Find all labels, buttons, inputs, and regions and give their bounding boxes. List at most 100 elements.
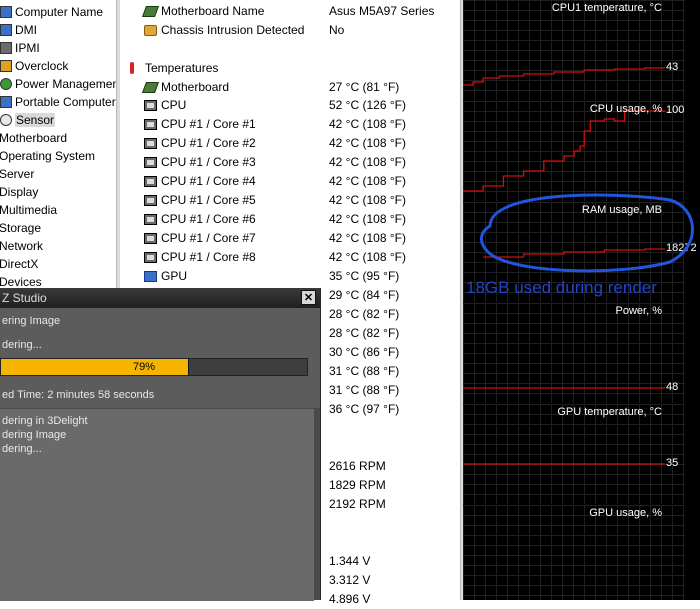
list-row-value: 3.312 V — [329, 573, 371, 587]
tree-item-label: Computer Name — [15, 5, 104, 19]
list-row-name: CPU #1 / Core #2 — [161, 136, 256, 150]
list-row-value: 30 °C (86 °F) — [329, 345, 400, 359]
dialog-substatus-line: dering... — [2, 339, 42, 351]
list-row[interactable]: CPU #1 / Core #6 42 °C (108 °F) — [120, 210, 460, 229]
list-row-name: Motherboard — [161, 80, 230, 94]
graph-current-value: 43 — [666, 61, 679, 73]
list-row[interactable]: GPU 35 °C (95 °F) — [120, 267, 460, 286]
tree-item[interactable]: DirectX — [0, 255, 115, 273]
computer-icon — [0, 6, 12, 18]
cpu-icon — [144, 138, 157, 149]
graph-label: CPU1 temperature, °C — [551, 2, 662, 14]
graph-current-value: 48 — [666, 381, 679, 393]
list-row[interactable]: CPU #1 / Core #7 42 °C (108 °F) — [120, 229, 460, 248]
graph-panel: GPU temperature, °C 35 — [463, 404, 700, 504]
list-row[interactable]: CPU #1 / Core #5 42 °C (108 °F) — [120, 191, 460, 210]
tree-item-label: IPMI — [15, 41, 40, 55]
list-row-value: 28 °C (82 °F) — [329, 307, 400, 321]
list-row[interactable]: CPU #1 / Core #1 42 °C (108 °F) — [120, 115, 460, 134]
list-row-name: CPU #1 / Core #6 — [161, 212, 256, 226]
list-row-value: 31 °C (88 °F) — [329, 383, 400, 397]
tree-item-label: DirectX — [0, 257, 39, 271]
list-row-value: 1.344 V — [329, 554, 371, 568]
log-line: dering... — [2, 443, 42, 455]
list-row-value: 35 °C (95 °F) — [329, 269, 400, 283]
sensor-graphs: CPU1 temperature, °C 43 CPU usage, % 100 RAM… — [463, 0, 700, 600]
thermometer-icon — [130, 62, 134, 74]
tree-item-label: Display — [0, 185, 39, 199]
list-row-value: 36 °C (97 °F) — [329, 402, 400, 416]
tree-item-label: Operating System — [0, 149, 96, 163]
tree-item[interactable]: Sensor — [0, 111, 116, 129]
list-row-name: CPU #1 / Core #4 — [161, 174, 256, 188]
cpu-icon — [144, 195, 157, 206]
dialog-status-line: ering Image — [2, 315, 61, 327]
cpu-icon — [144, 252, 157, 263]
tree-item[interactable]: Portable Computers — [0, 93, 116, 111]
ipmi-icon — [0, 42, 12, 54]
cpu-icon — [144, 100, 157, 111]
log-line: dering Image — [2, 429, 67, 441]
list-row-value: 31 °C (88 °F) — [329, 364, 400, 378]
list-row[interactable]: Motherboard 27 °C (81 °F) — [120, 78, 460, 97]
list-row[interactable]: CPU 52 °C (126 °F) — [120, 96, 460, 115]
graph-current-value: 100 — [666, 104, 685, 116]
tree-item-label: Storage — [0, 221, 42, 235]
tree-item[interactable]: Network — [0, 237, 115, 255]
tree-item[interactable]: DMI — [0, 21, 116, 39]
list-row-value: 2192 RPM — [329, 497, 386, 511]
tree-item[interactable]: Multimedia — [0, 201, 115, 219]
list-row-name: CPU #1 / Core #3 — [161, 155, 256, 169]
tree-item-label: Motherboard — [0, 131, 68, 145]
list-row-value: 42 °C (108 °F) — [329, 193, 406, 207]
tree-item[interactable]: Operating System — [0, 147, 115, 165]
dialog-titlebar[interactable]: Z Studio ✕ — [0, 288, 320, 308]
list-row[interactable]: Chassis Intrusion Detected No — [120, 21, 460, 40]
list-row-name: CPU #1 / Core #1 — [161, 117, 256, 131]
list-row-value: 29 °C (84 °F) — [329, 288, 400, 302]
tree-item[interactable]: Power Management — [0, 75, 116, 93]
cpu-icon — [144, 119, 157, 130]
power-icon — [0, 78, 12, 90]
graph-label: Power, % — [615, 305, 662, 317]
list-row-value: 28 °C (82 °F) — [329, 326, 400, 340]
list-row-value: 2616 RPM — [329, 459, 386, 473]
list-row-name: CPU #1 / Core #5 — [161, 193, 256, 207]
graph-canvas — [463, 404, 685, 504]
tree-item[interactable]: IPMI — [0, 39, 116, 57]
cpu-icon — [144, 157, 157, 168]
tree-item-label: DMI — [15, 23, 37, 37]
laptop-icon — [0, 96, 12, 108]
tree-item-label: Network — [0, 239, 44, 253]
tree-item[interactable]: Storage — [0, 219, 115, 237]
tree-item[interactable]: Display — [0, 183, 115, 201]
tree-item[interactable]: Overclock — [0, 57, 116, 75]
tree-item[interactable]: Server — [0, 165, 115, 183]
list-row-value: 42 °C (108 °F) — [329, 174, 406, 188]
list-row-value: 52 °C (126 °F) — [329, 98, 406, 112]
list-row[interactable]: CPU #1 / Core #2 42 °C (108 °F) — [120, 134, 460, 153]
log-scrollbar[interactable] — [314, 408, 320, 600]
gpu-icon — [144, 271, 157, 282]
list-row-name: Chassis Intrusion Detected — [161, 23, 305, 37]
list-row-name: Motherboard Name — [161, 4, 265, 18]
list-row-value: Asus M5A97 Series — [329, 4, 435, 18]
list-row[interactable]: CPU #1 / Core #8 42 °C (108 °F) — [120, 248, 460, 267]
tree-item-label: Devices — [0, 275, 42, 289]
close-icon: ✕ — [303, 292, 314, 304]
graph-canvas — [463, 303, 685, 403]
list-row[interactable]: Motherboard Name Asus M5A97 Series — [120, 2, 460, 21]
elapsed-time: ed Time: 2 minutes 58 seconds — [2, 389, 155, 401]
list-row[interactable]: CPU #1 / Core #3 42 °C (108 °F) — [120, 153, 460, 172]
close-button[interactable]: ✕ — [301, 290, 316, 305]
list-row-value: 27 °C (81 °F) — [329, 80, 400, 94]
tree-item[interactable]: Motherboard — [0, 129, 115, 147]
tree-item[interactable]: Computer Name — [0, 3, 116, 21]
cpu-icon — [144, 176, 157, 187]
list-group-header[interactable]: Temperatures — [120, 59, 460, 78]
dmi-icon — [0, 24, 12, 36]
log-line: dering in 3Delight — [2, 415, 88, 427]
annotation-text: 18GB used during render — [466, 278, 657, 297]
list-row[interactable]: CPU #1 / Core #4 42 °C (108 °F) — [120, 172, 460, 191]
render-dialog: Z Studio ✕ ering Image dering... 79% ed … — [0, 288, 321, 601]
